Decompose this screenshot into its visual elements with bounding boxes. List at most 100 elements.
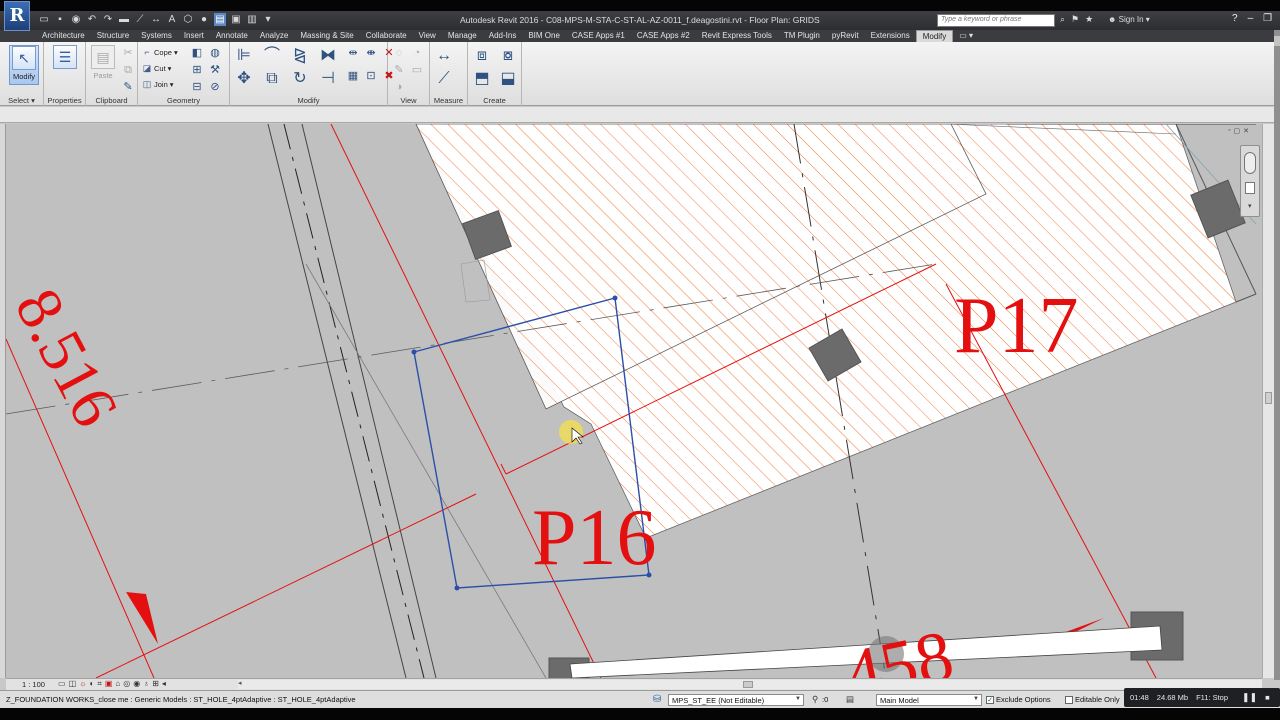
dimension-text-bottom[interactable]: 458: [838, 615, 960, 678]
copy-clip-icon[interactable]: ⧉: [121, 63, 135, 77]
tab-revit-express-tools[interactable]: Revit Express Tools: [696, 30, 778, 42]
align-icon[interactable]: ⊫: [234, 46, 254, 66]
array-icon[interactable]: ▦: [346, 69, 360, 83]
text-qat-icon[interactable]: A: [166, 13, 178, 26]
editable-only-checkbox[interactable]: Editable Only: [1065, 695, 1120, 705]
sync-icon[interactable]: ◉: [70, 13, 82, 26]
remove-paint-icon[interactable]: ⊘: [208, 80, 222, 94]
tab-add-ins[interactable]: Add-Ins: [483, 30, 523, 42]
dimension-text-left[interactable]: 8.516: [6, 277, 132, 437]
vertical-scrollbar[interactable]: [1262, 124, 1274, 678]
redo-icon[interactable]: ↷: [102, 13, 114, 26]
aligned-dimension-icon[interactable]: ⟋: [434, 69, 454, 89]
sun-path-icon[interactable]: ☼: [79, 679, 86, 689]
paint-icon[interactable]: ◍: [208, 46, 222, 60]
search-input[interactable]: Type a keyword or phrase: [937, 14, 1055, 27]
tab-collaborate[interactable]: Collaborate: [360, 30, 413, 42]
adaptive-point[interactable]: [454, 585, 460, 591]
create-assembly-icon[interactable]: ⧈: [472, 46, 492, 66]
tab-extensions[interactable]: Extensions: [865, 30, 916, 42]
wall-joins-icon[interactable]: ⊞: [190, 63, 204, 77]
analytical-model-icon[interactable]: ♁: [143, 679, 149, 689]
scroll-left-icon[interactable]: ◂: [238, 679, 242, 687]
steering-wheel-icon[interactable]: [1244, 152, 1256, 174]
restore-icon[interactable]: ❐: [1263, 13, 1272, 24]
create-parts-icon[interactable]: ⧇: [498, 46, 518, 66]
view-scale[interactable]: 1 : 100: [22, 680, 45, 689]
favorites-icon[interactable]: ★: [1085, 14, 1093, 25]
pause-icon[interactable]: ❚❚: [1242, 692, 1257, 703]
tab-case-apps-2[interactable]: CASE Apps #2: [631, 30, 696, 42]
tab-modify[interactable]: Modify: [915, 30, 954, 42]
floor-plan-drawing[interactable]: 8.516 P16 P17 458: [6, 124, 1262, 678]
contextual-tab-toggle-icon[interactable]: ▭ ▾: [953, 30, 979, 42]
tab-structure[interactable]: Structure: [91, 30, 135, 42]
override-graphics-icon[interactable]: ▭: [410, 63, 424, 77]
scale-icon[interactable]: ⊡: [364, 69, 378, 83]
horizontal-scroll-thumb[interactable]: [743, 681, 753, 688]
cope-button[interactable]: ⌐ Cope ▾: [142, 47, 177, 57]
application-menu-button[interactable]: R: [4, 1, 30, 31]
active-workset-select[interactable]: MPS_ST_EE (Not Editable) ▼: [668, 694, 804, 706]
save-icon[interactable]: ▪: [54, 13, 66, 26]
shadows-icon[interactable]: ◐: [89, 679, 94, 689]
view-restore-icon[interactable]: ▢: [1233, 127, 1240, 135]
split-element-icon[interactable]: ⇹: [346, 46, 360, 60]
join-button[interactable]: ◫ Join ▾: [142, 79, 174, 89]
thin-lines-icon[interactable]: ▤: [214, 13, 226, 26]
dimension-qat-icon[interactable]: ↔: [150, 13, 162, 26]
adaptive-point[interactable]: [411, 349, 417, 355]
tab-view[interactable]: View: [413, 30, 442, 42]
tab-tm-plugin[interactable]: TM Plugin: [778, 30, 826, 42]
horizontal-scrollbar[interactable]: ◂: [238, 680, 1262, 689]
grid-label-p17[interactable]: P17: [954, 282, 1079, 370]
tab-insert[interactable]: Insert: [178, 30, 210, 42]
create-similar-icon[interactable]: ⬓: [498, 69, 518, 89]
undo-icon[interactable]: ↶: [86, 13, 98, 26]
reveal-hidden-icon[interactable]: ◉: [133, 679, 140, 689]
crop-view-icon[interactable]: ⌗: [97, 679, 102, 689]
open-icon[interactable]: ▭: [38, 13, 50, 26]
view-override-icon[interactable]: ◔: [410, 46, 424, 60]
rotate-icon[interactable]: ↻: [290, 69, 310, 89]
tab-architecture[interactable]: Architecture: [36, 30, 91, 42]
tab-annotate[interactable]: Annotate: [210, 30, 254, 42]
highlight-displacement-icon[interactable]: ⊞: [152, 679, 159, 689]
unlock-3d-icon[interactable]: ⌂: [115, 679, 120, 689]
view-control-more-icon[interactable]: ◂: [162, 679, 166, 689]
tab-systems[interactable]: Systems: [135, 30, 178, 42]
binoculars-icon[interactable]: ⌕: [1060, 14, 1065, 25]
tab-analyze[interactable]: Analyze: [254, 30, 294, 42]
linework-icon[interactable]: ✎: [392, 63, 406, 77]
offset-icon[interactable]: ⌒: [262, 46, 282, 66]
tab-case-apps-1[interactable]: CASE Apps #1: [566, 30, 631, 42]
panel-label-select[interactable]: Select ▾: [0, 96, 43, 105]
editing-requests-icon[interactable]: ⚲: [812, 694, 818, 705]
view-close-icon[interactable]: ✕: [1243, 127, 1249, 135]
vertical-scroll-thumb[interactable]: [1265, 392, 1272, 404]
beam-join-icon[interactable]: ⊟: [190, 80, 204, 94]
adaptive-point[interactable]: [612, 295, 618, 301]
cut-button[interactable]: ◪ Cut ▾: [142, 63, 172, 73]
trim-extend-icon[interactable]: ⊣: [318, 69, 338, 89]
stop-icon[interactable]: ■: [1265, 693, 1270, 702]
close-hidden-icon[interactable]: ▣: [230, 13, 242, 26]
detail-level-icon[interactable]: ▭: [58, 679, 66, 689]
section-icon[interactable]: ●: [198, 13, 210, 26]
measure-qat-icon[interactable]: ⟋: [134, 13, 146, 26]
drawing-canvas[interactable]: 8.516 P16 P17 458: [6, 124, 1262, 678]
switch-windows-icon[interactable]: ▥: [246, 13, 258, 26]
tab-manage[interactable]: Manage: [442, 30, 483, 42]
worksets-icon[interactable]: ⛁: [653, 694, 661, 705]
design-option-select[interactable]: Main Model ▼: [876, 694, 982, 706]
mirror-draw-icon[interactable]: ⧓: [318, 46, 338, 66]
customize-qat-icon[interactable]: ▾: [262, 13, 274, 26]
tab-bim-one[interactable]: BIM One: [522, 30, 566, 42]
hide-bulb-icon[interactable]: ◌: [392, 46, 406, 60]
copy-icon[interactable]: ⧉: [262, 69, 282, 89]
comm-center-icon[interactable]: ⚑: [1071, 14, 1079, 25]
visual-style-icon[interactable]: ◫: [69, 679, 77, 689]
temp-hide-icon[interactable]: ◎: [123, 679, 130, 689]
ribbon-collapse-handle[interactable]: [1274, 36, 1280, 46]
paste-button[interactable]: ▤ Paste: [88, 45, 118, 85]
